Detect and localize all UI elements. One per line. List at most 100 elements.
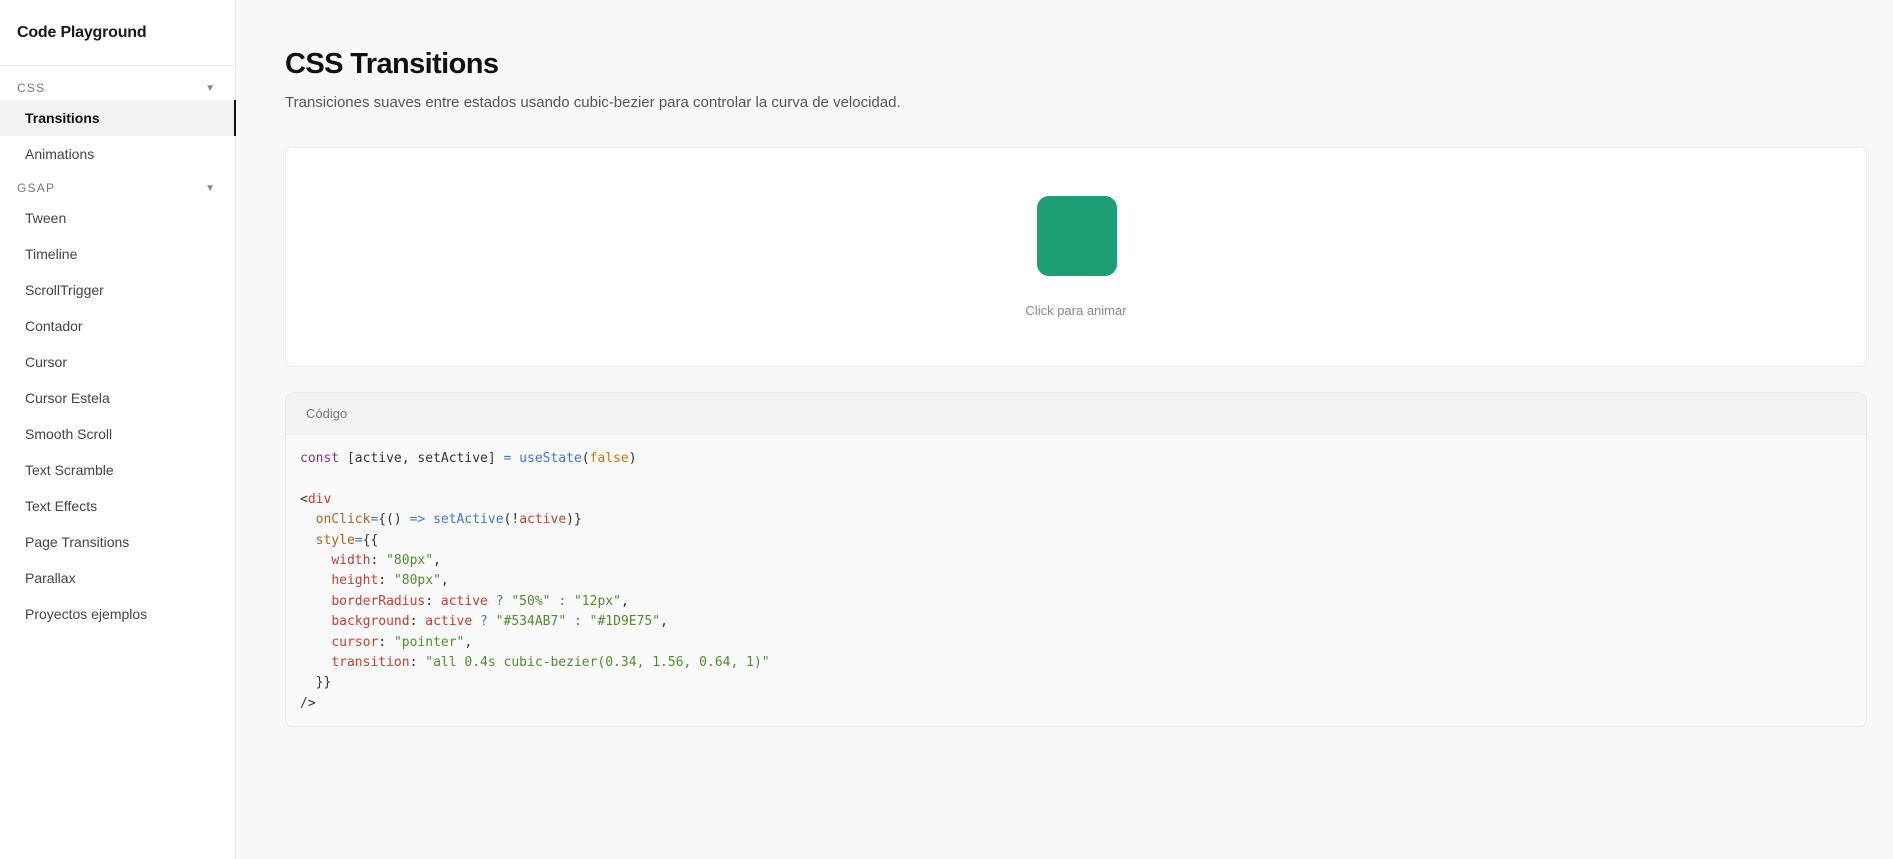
code-line: <div: [300, 492, 331, 507]
sidebar-item-parallax[interactable]: Parallax: [0, 560, 235, 596]
code-token: (!: [503, 512, 520, 528]
chevron-down-icon: ▼: [205, 82, 215, 94]
sidebar-item-proyectos-ejemplos[interactable]: Proyectos ejemplos: [0, 596, 235, 632]
code-line: height: "80px",: [300, 573, 449, 589]
code-line: cursor: "pointer",: [300, 635, 472, 650]
code-token: onClick: [315, 512, 371, 528]
code-token: :: [370, 553, 387, 569]
code-line: const [active, setActive] = useState(fal…: [300, 451, 637, 466]
code-token: "80px": [393, 573, 441, 589]
code-token: {{: [362, 532, 379, 548]
code-token: ?: [480, 614, 496, 630]
sidebar-item-transitions[interactable]: Transitions: [0, 100, 236, 136]
code-token: :: [409, 614, 426, 630]
code-token: "50%": [511, 593, 559, 609]
click-hint: Click para animar: [1025, 303, 1127, 318]
code-token: transition: [331, 655, 410, 671]
code-token: />: [300, 695, 316, 711]
sidebar-item-smooth-scroll[interactable]: Smooth Scroll: [0, 416, 235, 452]
code-token: width: [331, 553, 371, 569]
sidebar-group-label: CSS: [17, 81, 46, 95]
code-token: :: [409, 655, 426, 671]
code-line: background: active ? "#534AB7" : "#1D9E7…: [300, 614, 668, 629]
preview-panel: Click para animar: [285, 147, 1867, 367]
code-token: style: [315, 532, 355, 548]
code-token: ,: [440, 573, 449, 589]
code-token: ,: [433, 553, 441, 569]
code-line: />: [300, 696, 316, 711]
code-token: cursor: [331, 634, 379, 650]
sidebar-item-text-effects[interactable]: Text Effects: [0, 488, 235, 524]
sidebar-group-label: GSAP: [17, 181, 56, 195]
code-token: "all 0.4s cubic-bezier(0.34, 1.56, 0.64,…: [425, 655, 770, 671]
code-token: active: [519, 512, 567, 528]
code-panel-title: Código: [286, 393, 1866, 435]
code-token: ): [628, 451, 637, 466]
code-token: background: [331, 614, 410, 630]
code-token: :: [558, 593, 574, 609]
code-token: false: [589, 451, 629, 466]
code-token: const: [300, 451, 347, 466]
sidebar-item-scrolltrigger[interactable]: ScrollTrigger: [0, 272, 235, 308]
code-token: "#1D9E75": [589, 614, 661, 630]
sidebar-item-timeline[interactable]: Timeline: [0, 236, 235, 272]
code-token: "12px": [573, 593, 621, 609]
code-token: "80px": [386, 553, 434, 569]
code-token: ,: [620, 593, 629, 609]
page-subtitle: Transiciones suaves entre estados usando…: [285, 94, 901, 111]
chevron-down-icon: ▼: [205, 182, 215, 194]
sidebar-item-text-scramble[interactable]: Text Scramble: [0, 452, 235, 488]
app-brand: Code Playground: [0, 0, 235, 66]
page-title: CSS Transitions: [285, 48, 499, 80]
sidebar-item-cursor-estela[interactable]: Cursor Estela: [0, 380, 235, 416]
code-token: borderRadius: [331, 593, 426, 609]
code-token: :: [573, 614, 590, 630]
sidebar-item-animations[interactable]: Animations: [0, 136, 235, 172]
sidebar-item-contador[interactable]: Contador: [0, 308, 235, 344]
code-token: }}: [300, 675, 332, 691]
code-token: "#534AB7": [495, 614, 574, 630]
animated-box[interactable]: [1037, 196, 1117, 276]
code-token: active: [440, 593, 496, 609]
code-token: )}: [566, 512, 582, 528]
sidebar-item-page-transitions[interactable]: Page Transitions: [0, 524, 235, 560]
code-token: <: [300, 491, 308, 507]
code-panel: Código const [active, setActive] = useSt…: [285, 392, 1867, 727]
code-line: width: "80px",: [300, 553, 441, 568]
code-line: borderRadius: active ? "50%" : "12px",: [300, 593, 629, 609]
code-token: =>: [409, 512, 434, 528]
code-token: :: [378, 573, 394, 589]
code-token: =: [354, 532, 363, 548]
code-token: =: [503, 451, 520, 466]
code-token: setActive: [433, 512, 504, 528]
sidebar: Code Playground CSS ▼ Transitions Animat…: [0, 0, 236, 859]
code-line: }}: [300, 675, 332, 691]
code-token: :: [378, 634, 394, 650]
sidebar-group-gsap[interactable]: GSAP ▼: [0, 178, 235, 198]
code-token: active: [425, 614, 481, 630]
code-line: transition: "all 0.4s cubic-bezier(0.34,…: [300, 655, 770, 671]
sidebar-group-css[interactable]: CSS ▼: [0, 78, 235, 98]
code-line: style={{: [300, 532, 379, 548]
code-token: (: [581, 451, 590, 466]
code-token: :: [425, 593, 441, 609]
code-token: height: [331, 573, 379, 589]
code-line: onClick={() => setActive(!active)}: [300, 512, 582, 527]
code-block: const [active, setActive] = useState(fal…: [286, 435, 1866, 714]
code-token: useState: [519, 451, 582, 466]
code-token: ,: [660, 614, 668, 630]
main-content: CSS Transitions Transiciones suaves entr…: [285, 0, 1867, 727]
sidebar-item-cursor[interactable]: Cursor: [0, 344, 235, 380]
code-token: ,: [464, 634, 473, 650]
code-token: [active, setActive]: [346, 451, 504, 466]
code-token: "pointer": [393, 634, 465, 650]
sidebar-item-tween[interactable]: Tween: [0, 200, 235, 236]
